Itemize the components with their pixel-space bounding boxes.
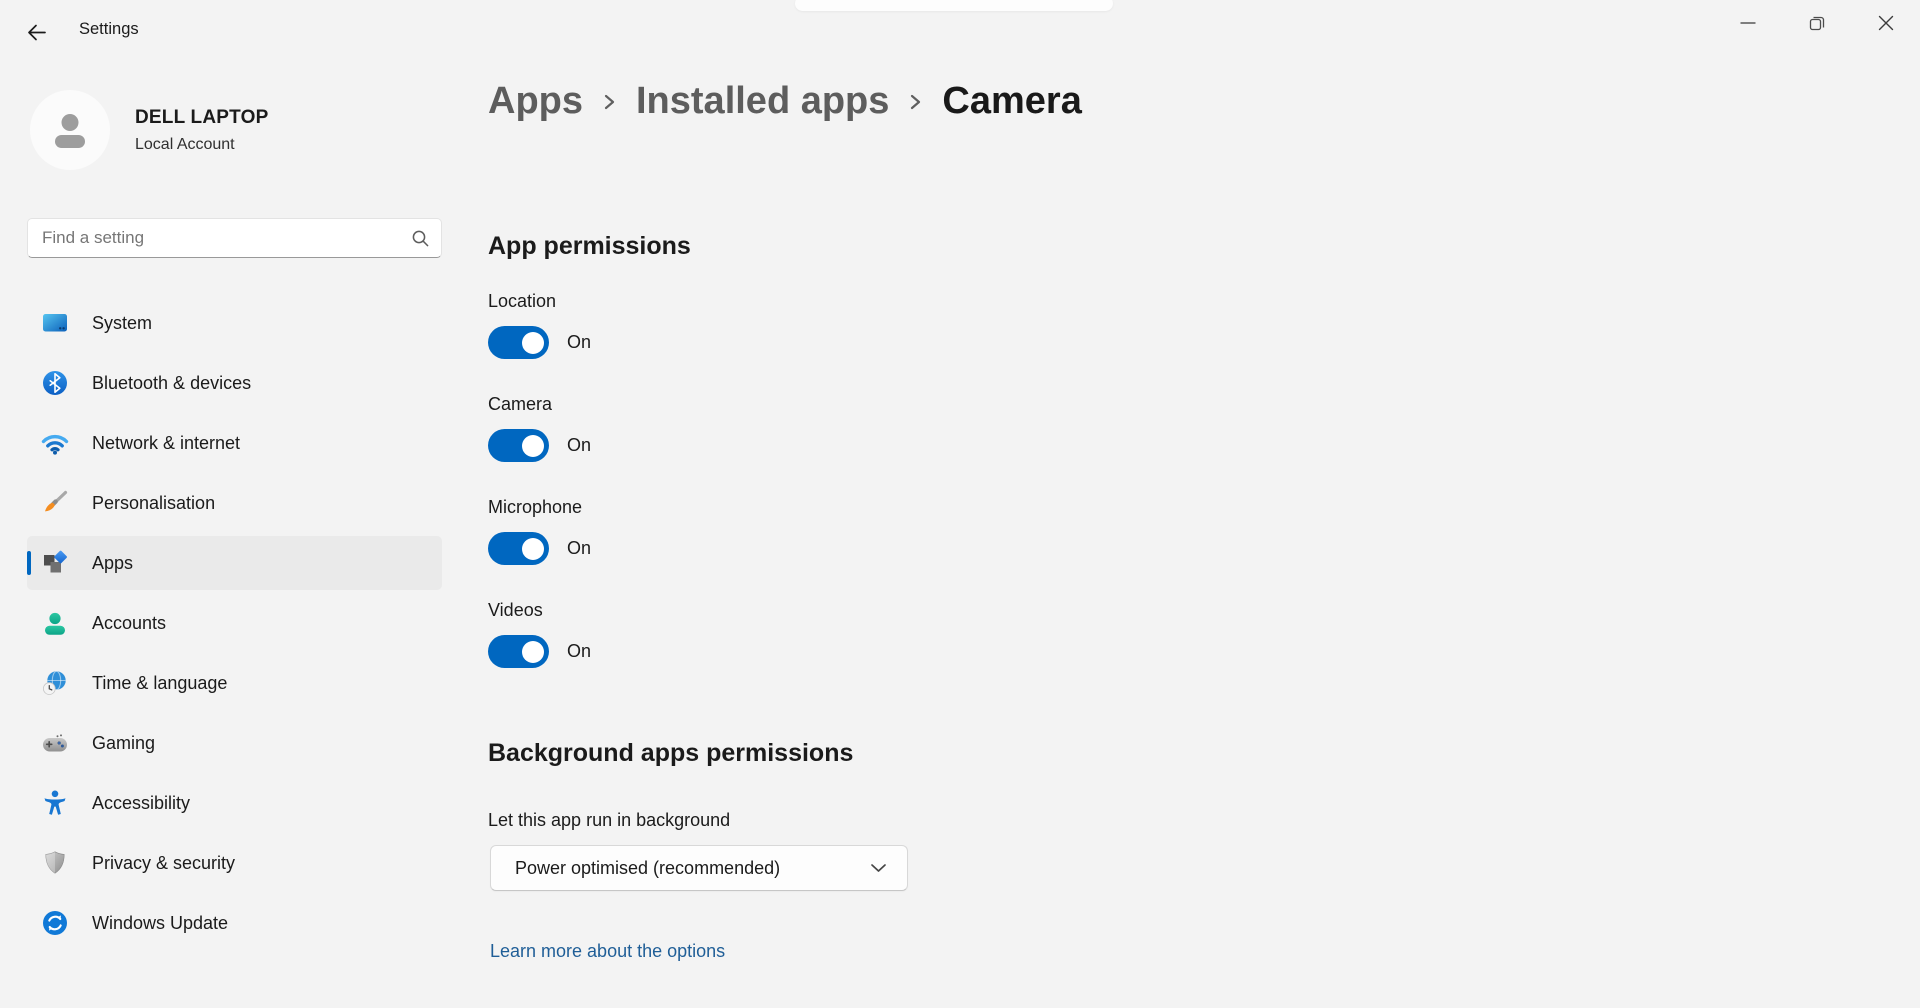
privacy-shield-icon xyxy=(41,849,69,877)
chevron-down-icon xyxy=(870,863,887,873)
sidebar-nav: System Bluetooth & devices Network & int… xyxy=(27,296,442,956)
user-account-type: Local Account xyxy=(135,136,235,154)
background-permission-dropdown[interactable]: Power optimised (recommended) xyxy=(490,845,908,891)
close-button[interactable] xyxy=(1851,0,1920,45)
sidebar-item-privacy-security[interactable]: Privacy & security xyxy=(27,836,442,890)
camera-toggle[interactable] xyxy=(488,429,549,462)
toggle-state-label: On xyxy=(567,641,591,662)
time-language-icon xyxy=(41,669,69,697)
sidebar-item-windows-update[interactable]: Windows Update xyxy=(27,896,442,950)
minimize-icon xyxy=(1738,13,1758,33)
sidebar-item-network-internet[interactable]: Network & internet xyxy=(27,416,442,470)
microphone-toggle[interactable] xyxy=(488,532,549,565)
sidebar-item-label: Privacy & security xyxy=(92,853,235,874)
sidebar-item-label: Windows Update xyxy=(92,913,228,934)
dropdown-selected-value: Power optimised (recommended) xyxy=(515,858,780,879)
toggle-knob xyxy=(522,538,544,560)
learn-more-link[interactable]: Learn more about the options xyxy=(490,941,725,962)
avatar[interactable] xyxy=(30,90,110,170)
sidebar-item-accessibility[interactable]: Accessibility xyxy=(27,776,442,830)
user-name: DELL LAPTOP xyxy=(135,107,268,129)
close-icon xyxy=(1876,13,1896,33)
permission-label: Microphone xyxy=(488,497,591,518)
breadcrumb-installed-apps[interactable]: Installed apps xyxy=(636,80,889,123)
permission-label: Camera xyxy=(488,394,591,415)
permission-row-camera: Camera On xyxy=(488,394,591,462)
toggle-state-label: On xyxy=(567,435,591,456)
chevron-right-icon xyxy=(908,89,923,115)
settings-window: Settings DELL LAPTOP Local Account xyxy=(0,0,1920,1008)
sidebar-item-label: Personalisation xyxy=(92,493,215,514)
permission-label: Location xyxy=(488,291,591,312)
search-box xyxy=(27,218,442,258)
bluetooth-icon xyxy=(41,369,69,397)
window-controls xyxy=(1713,0,1920,45)
sidebar-item-bluetooth-devices[interactable]: Bluetooth & devices xyxy=(27,356,442,410)
accounts-icon xyxy=(41,609,69,637)
restore-icon xyxy=(1807,13,1827,33)
app-title: Settings xyxy=(79,20,139,39)
sidebar-item-label: Accounts xyxy=(92,613,166,634)
background-dropdown-label: Let this app run in background xyxy=(488,810,730,831)
sidebar-item-label: Accessibility xyxy=(92,793,190,814)
sidebar-item-gaming[interactable]: Gaming xyxy=(27,716,442,770)
sidebar-item-label: System xyxy=(92,313,152,334)
location-toggle[interactable] xyxy=(488,326,549,359)
sidebar-item-label: Time & language xyxy=(92,673,227,694)
app-permissions-heading: App permissions xyxy=(488,232,691,261)
sidebar-item-personalisation[interactable]: Personalisation xyxy=(27,476,442,530)
toggle-state-label: On xyxy=(567,332,591,353)
toggle-state-label: On xyxy=(567,538,591,559)
chevron-right-icon xyxy=(602,89,617,115)
breadcrumb-current-page: Camera xyxy=(942,80,1081,123)
permission-row-videos: Videos On xyxy=(488,600,591,668)
apps-icon xyxy=(41,549,69,577)
back-arrow-icon xyxy=(25,21,48,44)
search-input[interactable] xyxy=(28,219,441,257)
permission-label: Videos xyxy=(488,600,591,621)
personalisation-icon xyxy=(41,489,69,517)
minimize-button[interactable] xyxy=(1713,0,1782,45)
sidebar-item-label: Network & internet xyxy=(92,433,240,454)
videos-toggle[interactable] xyxy=(488,635,549,668)
restore-button[interactable] xyxy=(1782,0,1851,45)
windows-update-icon xyxy=(41,909,69,937)
selected-indicator xyxy=(27,551,31,575)
background-permissions-heading: Background apps permissions xyxy=(488,739,853,768)
user-avatar-icon xyxy=(47,107,93,153)
breadcrumb: Apps Installed apps Camera xyxy=(488,80,1082,123)
sidebar-item-label: Apps xyxy=(92,553,133,574)
toggle-knob xyxy=(522,641,544,663)
search-icon xyxy=(411,229,430,248)
network-icon xyxy=(41,429,69,457)
gaming-icon xyxy=(41,729,69,757)
permission-row-location: Location On xyxy=(488,291,591,359)
toggle-knob xyxy=(522,332,544,354)
title-bar: Settings xyxy=(0,0,1920,58)
sidebar-item-apps[interactable]: Apps xyxy=(27,536,442,590)
system-icon xyxy=(41,309,69,337)
sidebar-item-time-language[interactable]: Time & language xyxy=(27,656,442,710)
breadcrumb-apps[interactable]: Apps xyxy=(488,80,583,123)
sidebar-item-accounts[interactable]: Accounts xyxy=(27,596,442,650)
back-button[interactable] xyxy=(16,15,56,49)
sidebar-item-label: Bluetooth & devices xyxy=(92,373,251,394)
sidebar-item-system[interactable]: System xyxy=(27,296,442,350)
toggle-knob xyxy=(522,435,544,457)
accessibility-icon xyxy=(41,789,69,817)
permission-row-microphone: Microphone On xyxy=(488,497,591,565)
sidebar-item-label: Gaming xyxy=(92,733,155,754)
